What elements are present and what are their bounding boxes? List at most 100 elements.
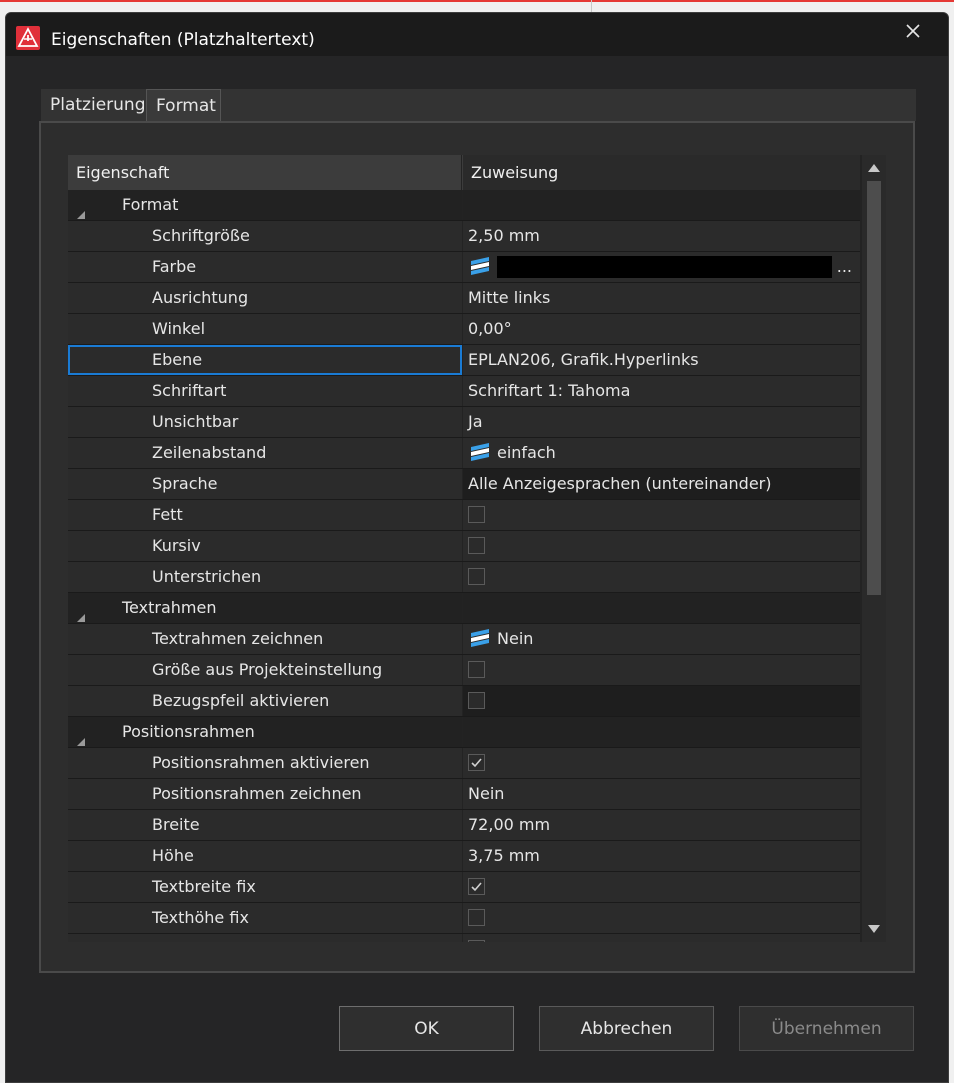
title-bar[interactable]: Eigenschaften (Platzhaltertext): [6, 13, 948, 56]
property-row[interactable]: Unterstrichen: [68, 562, 860, 593]
tab-format[interactable]: Format: [146, 89, 221, 121]
ellipsis-button[interactable]: ...: [837, 252, 852, 282]
ok-button[interactable]: OK: [339, 1006, 514, 1051]
tab-strip: Platzierung Format: [41, 89, 916, 121]
scroll-down-button[interactable]: [865, 920, 883, 938]
scroll-thumb[interactable]: [867, 181, 881, 595]
column-header-zuweisung[interactable]: Zuweisung: [463, 155, 860, 190]
property-name: Schriftart: [68, 376, 462, 406]
color-swatch[interactable]: [497, 255, 832, 278]
backdrop-separator: [591, 0, 592, 12]
checkbox[interactable]: [468, 568, 485, 585]
property-name: Winkel: [68, 314, 462, 344]
property-value[interactable]: 0,00°: [463, 314, 860, 344]
checkbox[interactable]: [468, 878, 485, 895]
property-name-text: Texthöhe fix: [152, 908, 249, 927]
property-row[interactable]: Textbreite fix: [68, 872, 860, 903]
property-row[interactable]: Ausrichtung Mitte links: [68, 283, 860, 314]
property-name-text: Schriftart: [152, 381, 227, 400]
checkbox[interactable]: [468, 537, 485, 554]
scroll-up-button[interactable]: [865, 159, 883, 177]
property-row[interactable]: Größe aus Projekteinstellung: [68, 655, 860, 686]
property-row[interactable]: Textrahmen zeichnen Nein: [68, 624, 860, 655]
tab-platzierung[interactable]: Platzierung: [41, 89, 146, 121]
checkbox[interactable]: [468, 909, 485, 926]
collapse-triangle-icon[interactable]: [76, 727, 86, 746]
property-value[interactable]: [463, 872, 860, 902]
property-row[interactable]: Kursiv: [68, 531, 860, 562]
property-row[interactable]: Schriftart Schriftart 1: Tahoma: [68, 376, 860, 407]
property-row[interactable]: Farbe...: [68, 252, 860, 283]
property-row[interactable]: Positionsrahmen zeichnen Nein: [68, 779, 860, 810]
property-value[interactable]: 72,00 mm: [463, 810, 860, 840]
property-name-text: Fett: [152, 505, 183, 524]
property-row[interactable]: Winkel 0,00°: [68, 314, 860, 345]
property-name-text: Unsichtbar: [152, 412, 239, 431]
property-name-text: Größe aus Projekteinstellung: [152, 660, 383, 679]
property-row[interactable]: Positionsrahmen aktivieren: [68, 748, 860, 779]
property-value[interactable]: Ja: [463, 407, 860, 437]
property-value[interactable]: [463, 655, 860, 685]
properties-dialog: Eigenschaften (Platzhaltertext) Platzier…: [5, 12, 949, 1083]
property-row[interactable]: Fett: [68, 500, 860, 531]
group-row[interactable]: Positionsrahmen: [68, 717, 860, 748]
property-value[interactable]: [463, 531, 860, 561]
property-value[interactable]: EPLAN206, Grafik.Hyperlinks: [463, 345, 860, 375]
property-value[interactable]: [463, 562, 860, 592]
group-row[interactable]: Textrahmen: [68, 593, 860, 624]
format-panel: Eigenschaft Zuweisung Format Schriftgröße…: [39, 121, 915, 973]
property-value-text: 2,50 mm: [468, 226, 540, 245]
property-value: [463, 717, 860, 747]
property-name: Format: [68, 190, 462, 220]
property-name: Ausrichtung: [68, 283, 462, 313]
collapse-triangle-icon[interactable]: [76, 200, 86, 219]
property-name: Positionsrahmen aktivieren: [68, 748, 462, 778]
property-value[interactable]: [463, 748, 860, 778]
group-row[interactable]: Format: [68, 190, 860, 221]
property-name-text: Textrahmen: [122, 598, 217, 617]
property-row[interactable]: Sprache Alle Anzeigesprachen (untereinand…: [68, 469, 860, 500]
close-button[interactable]: [899, 19, 927, 43]
property-value[interactable]: [463, 934, 860, 942]
property-name-text: Textrahmen zeichnen: [152, 629, 324, 648]
vertical-scrollbar[interactable]: [862, 155, 886, 942]
property-value[interactable]: [463, 686, 860, 716]
property-value[interactable]: 3,75 mm: [463, 841, 860, 871]
property-value[interactable]: [463, 903, 860, 933]
property-value[interactable]: [463, 500, 860, 530]
property-row[interactable]: Unsichtbar Ja: [68, 407, 860, 438]
property-value[interactable]: ...: [463, 252, 860, 282]
checkbox[interactable]: [468, 661, 485, 678]
checkbox[interactable]: [468, 940, 485, 942]
apply-button[interactable]: Übernehmen: [739, 1006, 914, 1051]
property-value[interactable]: 2,50 mm: [463, 221, 860, 251]
collapse-triangle-icon[interactable]: [76, 603, 86, 622]
property-row[interactable]: Breite 72,00 mm: [68, 810, 860, 841]
property-name: Sprache: [68, 469, 462, 499]
property-row[interactable]: Ebene EPLAN206, Grafik.Hyperlinks: [68, 345, 860, 376]
checkbox[interactable]: [468, 754, 485, 771]
property-value[interactable]: Nein: [463, 624, 860, 654]
property-value[interactable]: Schriftart 1: Tahoma: [463, 376, 860, 406]
property-value[interactable]: Mitte links: [463, 283, 860, 313]
property-name-text: Positionsrahmen: [122, 722, 255, 741]
property-name: Textrahmen zeichnen: [68, 624, 462, 654]
property-row[interactable]: Texthöhe fix: [68, 903, 860, 934]
property-row[interactable]: Schriftgröße 2,50 mm: [68, 221, 860, 252]
property-grid: Eigenschaft Zuweisung Format Schriftgröße…: [68, 155, 886, 942]
property-name: Zeilenabstand: [68, 438, 462, 468]
property-value[interactable]: Nein: [463, 779, 860, 809]
property-value[interactable]: einfach: [463, 438, 860, 468]
column-header-eigenschaft[interactable]: Eigenschaft: [68, 155, 462, 190]
property-value[interactable]: Alle Anzeigesprachen (untereinander): [463, 469, 860, 499]
property-name: Bezugspfeil aktivieren: [68, 686, 462, 716]
checkbox[interactable]: [468, 692, 485, 709]
property-row[interactable]: Höhe 3,75 mm: [68, 841, 860, 872]
property-name: Größe aus Projekteinstellung: [68, 655, 462, 685]
property-row[interactable]: Bezugspfeil aktivieren: [68, 686, 860, 717]
property-name: Unterstrichen: [68, 562, 462, 592]
cancel-button[interactable]: Abbrechen: [539, 1006, 714, 1051]
checkbox[interactable]: [468, 506, 485, 523]
property-row[interactable]: Zeilenabstand einfach: [68, 438, 860, 469]
property-row[interactable]: [68, 934, 860, 942]
